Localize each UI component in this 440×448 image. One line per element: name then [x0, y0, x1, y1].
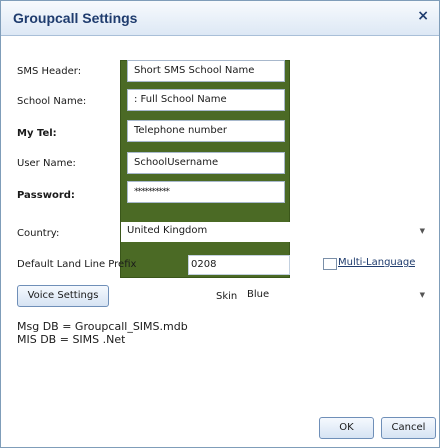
my-tel-label: My Tel:: [17, 128, 57, 139]
chevron-down-icon[interactable]: ▼: [420, 222, 425, 240]
school-name-label: School Name:: [17, 96, 87, 107]
voice-settings-button[interactable]: Voice Settings: [17, 285, 109, 307]
window-title: Groupcall Settings: [13, 10, 138, 26]
user-name-field[interactable]: SchoolUsername: [127, 152, 285, 174]
sms-header-field[interactable]: Short SMS School Name: [127, 60, 285, 82]
ok-button[interactable]: OK: [319, 417, 374, 439]
prefix-field: 0208: [191, 259, 217, 270]
skin-combo[interactable]: Blue ▼: [241, 286, 431, 306]
password-field[interactable]: **********: [127, 181, 285, 203]
multi-language-label[interactable]: Multi-Language: [338, 257, 415, 268]
school-name-field[interactable]: : Full School Name: [127, 89, 285, 111]
password-label: Password:: [17, 190, 75, 201]
prefix-field-box[interactable]: 0208: [188, 255, 290, 275]
user-name-label: User Name:: [17, 158, 76, 169]
my-tel-field[interactable]: Telephone number: [127, 120, 285, 142]
mis-db-info: MIS DB = SIMS .Net: [17, 333, 126, 346]
country-combo[interactable]: United Kingdom ▼: [121, 222, 431, 242]
country-value: United Kingdom: [127, 225, 208, 236]
skin-value: Blue: [247, 289, 270, 300]
settings-window: Groupcall Settings × SMS Header: School …: [0, 0, 440, 448]
msg-db-info: Msg DB = Groupcall_SIMS.mdb: [17, 320, 188, 333]
chevron-down-icon[interactable]: ▼: [420, 286, 425, 304]
skin-label: Skin: [216, 291, 238, 302]
default-prefix-label: Default Land Line Prefix: [17, 259, 137, 270]
sms-header-label: SMS Header:: [17, 66, 82, 77]
multi-language-checkbox[interactable]: [323, 258, 337, 270]
country-label: Country:: [17, 228, 60, 239]
close-icon[interactable]: ×: [417, 8, 429, 24]
cancel-button[interactable]: Cancel: [381, 417, 436, 439]
title-bar: Groupcall Settings ×: [1, 1, 439, 36]
